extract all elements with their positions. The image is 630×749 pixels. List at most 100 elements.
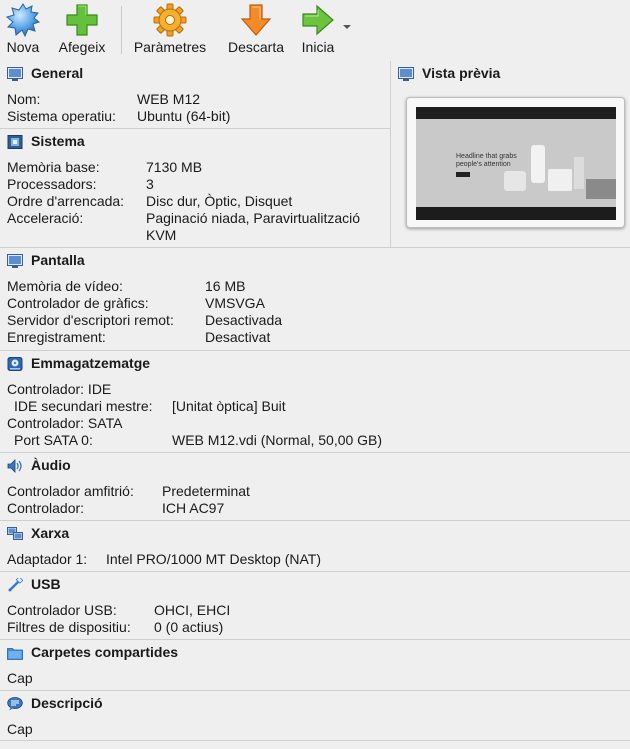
preview-screen: Headline that grabs people's attention: [416, 107, 616, 220]
audio-section: Àudio Controlador amfitrió: Predetermina…: [0, 452, 630, 520]
shared-folders-value: Cap: [7, 670, 33, 686]
preview-headline-line1: Headline that grabs: [456, 153, 517, 160]
cpu-key: Processadors:: [7, 176, 97, 192]
network-header[interactable]: Xarxa: [0, 521, 630, 545]
boot-key: Ordre d'arrencada:: [7, 193, 125, 209]
preview-diffuser-image: [574, 157, 584, 189]
start-button[interactable]: Inicia: [297, 0, 339, 58]
display-title: Pantalla: [31, 252, 85, 268]
ide-key: IDE secundari mestre:: [14, 398, 153, 414]
start-dropdown-icon[interactable]: [343, 25, 351, 29]
new-vm-icon: [6, 3, 40, 37]
usb-title: USB: [31, 576, 61, 592]
storage-title: Emmagatzematge: [31, 355, 151, 371]
vmem-key: Memòria de vídeo:: [7, 278, 123, 294]
name-key: Nom:: [7, 91, 41, 107]
preview-frame[interactable]: Headline that grabs people's attention: [406, 97, 625, 228]
usb-filter-value: 0 (0 actius): [154, 619, 224, 635]
preview-title: Vista prèvia: [422, 65, 501, 81]
preview-bottle-image: [531, 145, 545, 183]
usb-section: USB Controlador USB: OHCI, EHCI Filtres …: [0, 571, 630, 639]
sata-value: WEB M12.vdi (Normal, 50,00 GB): [172, 432, 383, 448]
usb-controller-key: Controlador USB:: [7, 602, 117, 618]
general-header[interactable]: General: [0, 61, 390, 85]
preview-stones-image: [586, 179, 616, 199]
accel-key: Acceleració:: [7, 210, 84, 226]
system-title: Sistema: [31, 133, 85, 149]
boot-value: Disc dur, Òptic, Disquet: [146, 193, 293, 209]
general-icon: [7, 67, 23, 81]
sata-key: Port SATA 0:: [14, 432, 93, 448]
usb-icon: [8, 578, 23, 592]
accel-value-line2: KVM: [146, 227, 177, 243]
storage-header[interactable]: Emmagatzematge: [0, 351, 630, 375]
rdp-value: Desactivada: [205, 312, 283, 328]
cpu-value: 3: [146, 176, 154, 192]
new-button[interactable]: Nova: [3, 0, 43, 58]
rec-key: Enregistrament:: [7, 329, 106, 345]
preview-header[interactable]: Vista prèvia: [391, 61, 630, 85]
shared-folders-section: Carpetes compartides Cap: [0, 639, 630, 690]
usb-filter-key: Filtres de dispositiu:: [7, 619, 131, 635]
system-header[interactable]: Sistema: [0, 129, 390, 153]
display-icon: [7, 254, 23, 268]
preview-cta-button: [456, 172, 470, 177]
speaker-icon: [7, 459, 22, 473]
description-value: Cap: [7, 721, 33, 737]
gfx-key: Controlador de gràfics:: [7, 295, 149, 311]
accel-value-line1: Paginació niada, Paravirtualització: [146, 210, 361, 226]
plus-icon: [66, 4, 98, 36]
os-key: Sistema operatiu:: [7, 108, 116, 124]
toolbar-separator: [121, 6, 122, 54]
add-button[interactable]: Afegeix: [55, 0, 109, 58]
description-title: Descripció: [31, 695, 103, 711]
audio-title: Àudio: [31, 457, 71, 473]
folder-icon: [7, 648, 23, 660]
rdp-key: Servidor d'escriptori remot:: [7, 312, 174, 328]
new-button-label: Nova: [6, 39, 40, 55]
down-arrow-icon: [240, 4, 272, 36]
preview-topbar: [416, 107, 616, 119]
os-value: Ubuntu (64-bit): [137, 108, 231, 124]
rec-value: Desactivat: [205, 329, 271, 345]
gear-icon: [153, 3, 187, 37]
monitor-icon: [398, 67, 414, 81]
system-section: Sistema Memòria base: 7130 MB Processado…: [0, 128, 390, 247]
toolbar: Nova Afegeix Paràmetres Descarta Inicia: [0, 0, 630, 60]
preview-jar-image: [504, 171, 526, 191]
ide-controller-label: Controlador: IDE: [7, 381, 112, 397]
ide-value: [Unitat òptica] Buit: [172, 398, 286, 414]
vmem-value: 16 MB: [205, 278, 246, 294]
add-button-label: Afegeix: [58, 39, 106, 55]
description-header[interactable]: Descripció: [0, 691, 630, 715]
storage-section: Emmagatzematge Controlador: IDE IDE secu…: [0, 350, 630, 452]
general-title: General: [31, 65, 84, 81]
settings-button-label: Paràmetres: [133, 39, 207, 55]
audio-host-key: Controlador amfitrió:: [7, 483, 134, 499]
usb-controller-value: OHCI, EHCI: [154, 602, 231, 618]
settings-button[interactable]: Paràmetres: [130, 0, 210, 58]
discard-button[interactable]: Descarta: [224, 0, 288, 58]
gfx-value: VMSVGA: [205, 295, 265, 311]
audio-header[interactable]: Àudio: [0, 453, 630, 477]
chip-icon: [7, 135, 23, 149]
adapter-key: Adaptador 1:: [7, 551, 88, 567]
name-value: WEB M12: [137, 91, 201, 107]
usb-header[interactable]: USB: [0, 572, 630, 596]
network-section: Xarxa Adaptador 1: Intel PRO/1000 MT Des…: [0, 520, 630, 571]
discard-button-label: Descarta: [227, 39, 285, 55]
sata-controller-label: Controlador: SATA: [7, 415, 123, 431]
storage-icon: [7, 357, 23, 371]
adapter-value: Intel PRO/1000 MT Desktop (NAT): [106, 551, 321, 567]
shared-folders-title: Carpetes compartides: [31, 644, 179, 660]
preview-box-image: [548, 169, 572, 191]
speech-bubble-icon: [7, 697, 23, 711]
display-header[interactable]: Pantalla: [0, 248, 630, 272]
description-section: Descripció Cap: [0, 690, 630, 741]
shared-folders-header[interactable]: Carpetes compartides: [0, 640, 630, 664]
display-section: Pantalla Memòria de vídeo: 16 MB Control…: [0, 247, 630, 350]
network-icon: [7, 527, 23, 540]
audio-host-value: Predeterminat: [162, 483, 250, 499]
memory-key: Memòria base:: [7, 159, 100, 175]
preview-bottombar: [416, 207, 616, 220]
